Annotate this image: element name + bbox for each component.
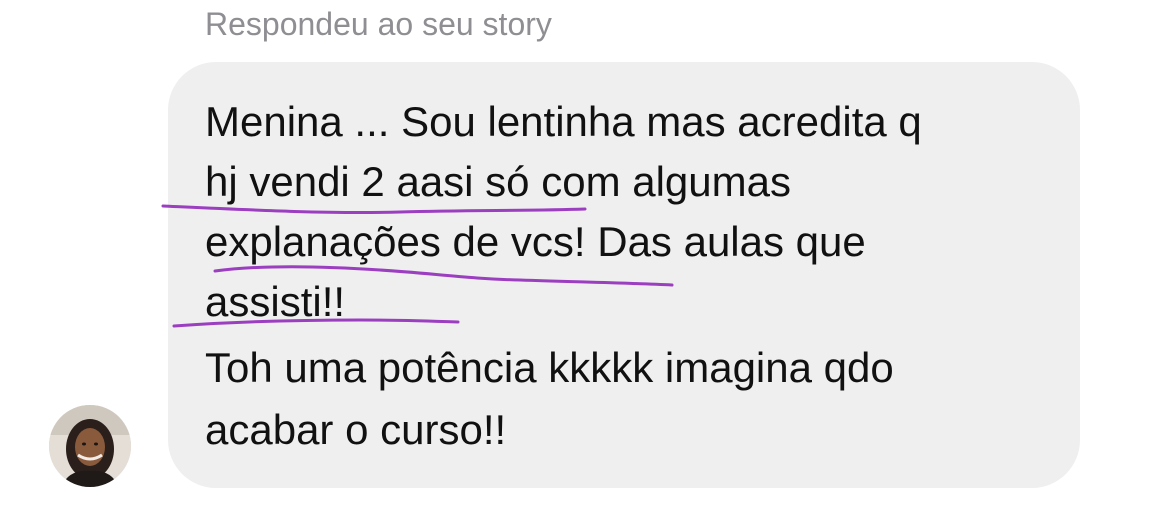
message-line-4: assisti!! xyxy=(205,278,346,325)
message-line-3: explanações de vcs! Das aulas que xyxy=(205,218,866,265)
story-reply-caption: Respondeu ao seu story xyxy=(205,6,552,42)
profile-photo-icon xyxy=(49,405,131,487)
sender-avatar[interactable] xyxy=(49,405,131,487)
message-line-5: Toh uma potência kkkkk imagina qdo xyxy=(205,344,894,391)
message-line-6: acabar o curso!! xyxy=(205,406,507,453)
message-line-1: Menina ... Sou lentinha mas acredita q xyxy=(205,98,922,145)
message-line-2: hj vendi 2 aasi só com algumas xyxy=(205,158,791,205)
